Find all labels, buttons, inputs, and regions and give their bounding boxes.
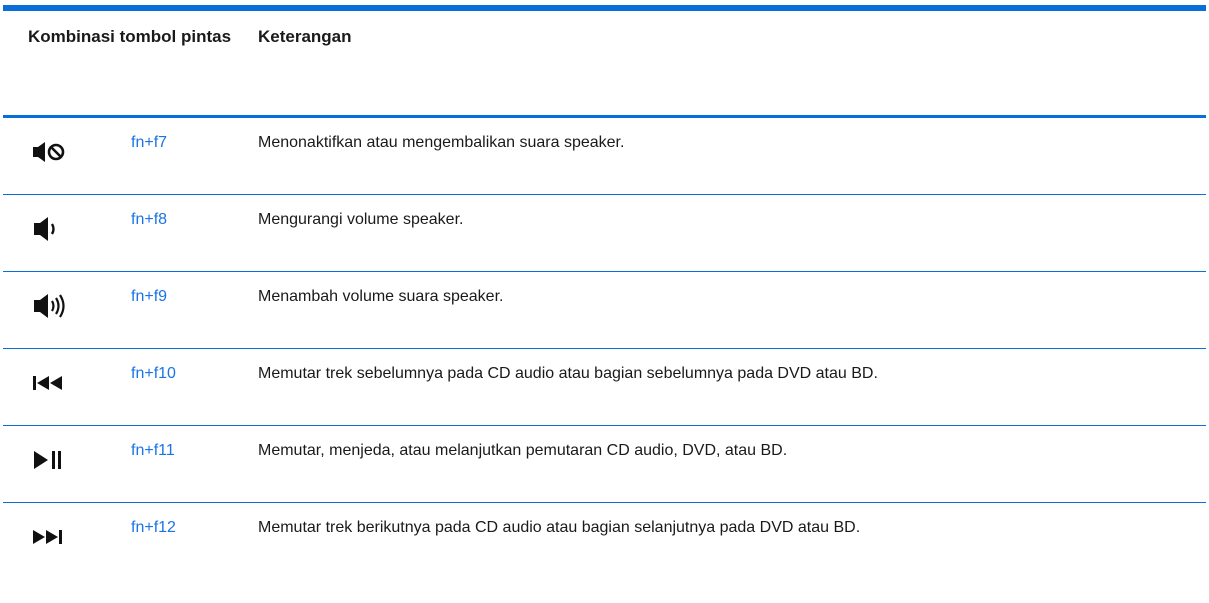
table-row: fn+f8 Mengurangi volume speaker. xyxy=(3,195,1206,272)
volume-up-icon xyxy=(31,292,71,320)
previous-track-icon xyxy=(31,369,71,397)
shortcut-key: fn+f8 xyxy=(131,211,168,228)
table-row: fn+f10 Memutar trek sebelumnya pada CD a… xyxy=(3,349,1206,426)
volume-down-icon xyxy=(31,215,71,243)
table-row: fn+f9 Menambah volume suara speaker. xyxy=(3,272,1206,349)
shortcut-description: Memutar trek sebelumnya pada CD audio at… xyxy=(258,365,878,382)
table-row: fn+f11 Memutar, menjeda, atau melanjutka… xyxy=(3,426,1206,503)
table-row: fn+f12 Memutar trek berikutnya pada CD a… xyxy=(3,503,1206,580)
shortcut-key: fn+f7 xyxy=(131,134,168,151)
shortcut-key: fn+f9 xyxy=(131,288,168,305)
shortcut-key: fn+f11 xyxy=(131,442,175,459)
shortcut-key: fn+f12 xyxy=(131,519,176,536)
next-track-icon xyxy=(31,523,71,551)
shortcut-description: Memutar, menjeda, atau melanjutkan pemut… xyxy=(258,442,788,459)
table-row: fn+f7 Menonaktifkan atau mengembalikan s… xyxy=(3,118,1206,195)
shortcut-description: Memutar trek berikutnya pada CD audio at… xyxy=(258,519,861,536)
table-header: Kombinasi tombol pintas Keterangan xyxy=(3,11,1206,116)
mute-icon xyxy=(31,138,71,166)
shortcut-key: fn+f10 xyxy=(131,365,176,382)
shortcut-description: Menonaktifkan atau mengembalikan suara s… xyxy=(258,134,625,151)
header-shortcut: Kombinasi tombol pintas xyxy=(28,27,232,46)
play-pause-icon xyxy=(31,446,71,474)
shortcut-description: Mengurangi volume speaker. xyxy=(258,211,464,228)
shortcut-description: Menambah volume suara speaker. xyxy=(258,288,504,305)
header-description: Keterangan xyxy=(258,27,352,46)
